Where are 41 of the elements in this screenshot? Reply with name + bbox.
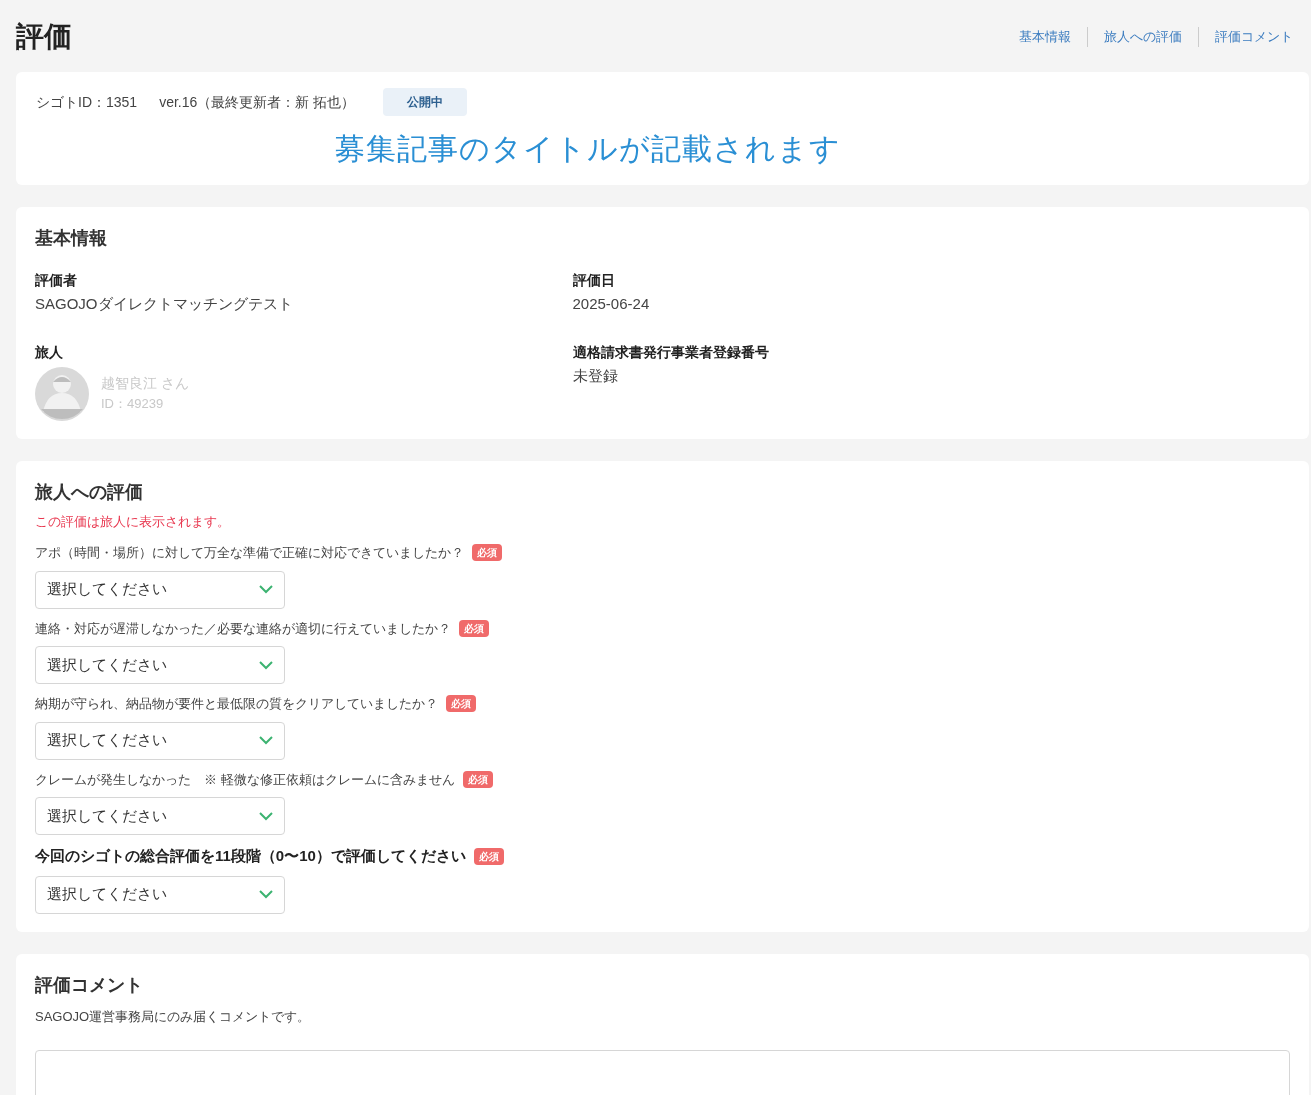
field-value: SAGOJOダイレクトマッチングテスト bbox=[35, 294, 294, 314]
required-badge: 必須 bbox=[459, 619, 489, 637]
required-badge: 必須 bbox=[473, 847, 504, 865]
rating-select[interactable]: 選択してください bbox=[35, 875, 285, 914]
page-title: 評価 bbox=[16, 20, 72, 54]
question-label: アポ（時間・場所）に対して万全な準備で正確に対応できていましたか？ bbox=[35, 544, 464, 562]
anchor-link[interactable]: 基本情報 bbox=[1003, 27, 1087, 47]
field-value: 未登録 bbox=[572, 365, 619, 386]
field-value: 2025-06-24 bbox=[572, 294, 651, 314]
rating-select[interactable]: 選択してください bbox=[35, 797, 285, 835]
question-label: クレームが発生しなかった ※ 軽微な修正依頼はクレームに含みません bbox=[35, 770, 455, 789]
version-info: ver.16（最終更新者：新 拓也） bbox=[159, 92, 356, 112]
field-label: 評価日 bbox=[572, 271, 616, 290]
chevron-down-icon bbox=[259, 811, 273, 821]
question-label: 納期が守られ、納品物が要件と最低限の質をクリアしていましたか？ bbox=[35, 695, 438, 713]
field-label: 旅人 bbox=[35, 342, 64, 362]
chevron-down-icon bbox=[259, 585, 273, 594]
section-heading: 評価コメント bbox=[35, 973, 144, 997]
rating-select[interactable]: 選択してください bbox=[35, 646, 285, 684]
field-label: 評価者 bbox=[35, 271, 78, 290]
required-badge: 必須 bbox=[446, 695, 476, 713]
status-badge: 公開中 bbox=[383, 88, 468, 116]
rating-select[interactable]: 選択してください bbox=[35, 570, 285, 609]
field-label: 適格請求書発行事業者登録番号 bbox=[572, 342, 770, 362]
notice-text: この評価は旅人に表示されます。 bbox=[35, 512, 231, 531]
article-title: 募集記事のタイトルが記載されます bbox=[334, 131, 841, 167]
section-heading: 旅人への評価 bbox=[35, 480, 144, 504]
question-label: 連絡・対応が遅滞しなかった／必要な連絡が適切に行えていましたか？ bbox=[35, 619, 451, 638]
anchor-link[interactable]: 評価コメント bbox=[1198, 27, 1293, 47]
chevron-down-icon bbox=[259, 890, 273, 899]
rating-select[interactable]: 選択してください bbox=[35, 721, 285, 760]
anchor-link[interactable]: 旅人への評価 bbox=[1087, 27, 1198, 47]
shigoto-id: シゴトID：1351 bbox=[36, 92, 138, 112]
comment-description: SAGOJO運営事務局にのみ届くコメントです。 bbox=[35, 1007, 312, 1026]
chevron-down-icon bbox=[259, 660, 273, 670]
required-badge: 必須 bbox=[462, 770, 493, 788]
required-badge: 必須 bbox=[472, 544, 502, 562]
chevron-down-icon bbox=[259, 736, 273, 745]
avatar-icon bbox=[35, 366, 89, 421]
question-label: 今回のシゴトの総合評価を11段階（0〜10）で評価してください bbox=[35, 846, 466, 866]
section-heading: 基本情報 bbox=[35, 227, 108, 250]
